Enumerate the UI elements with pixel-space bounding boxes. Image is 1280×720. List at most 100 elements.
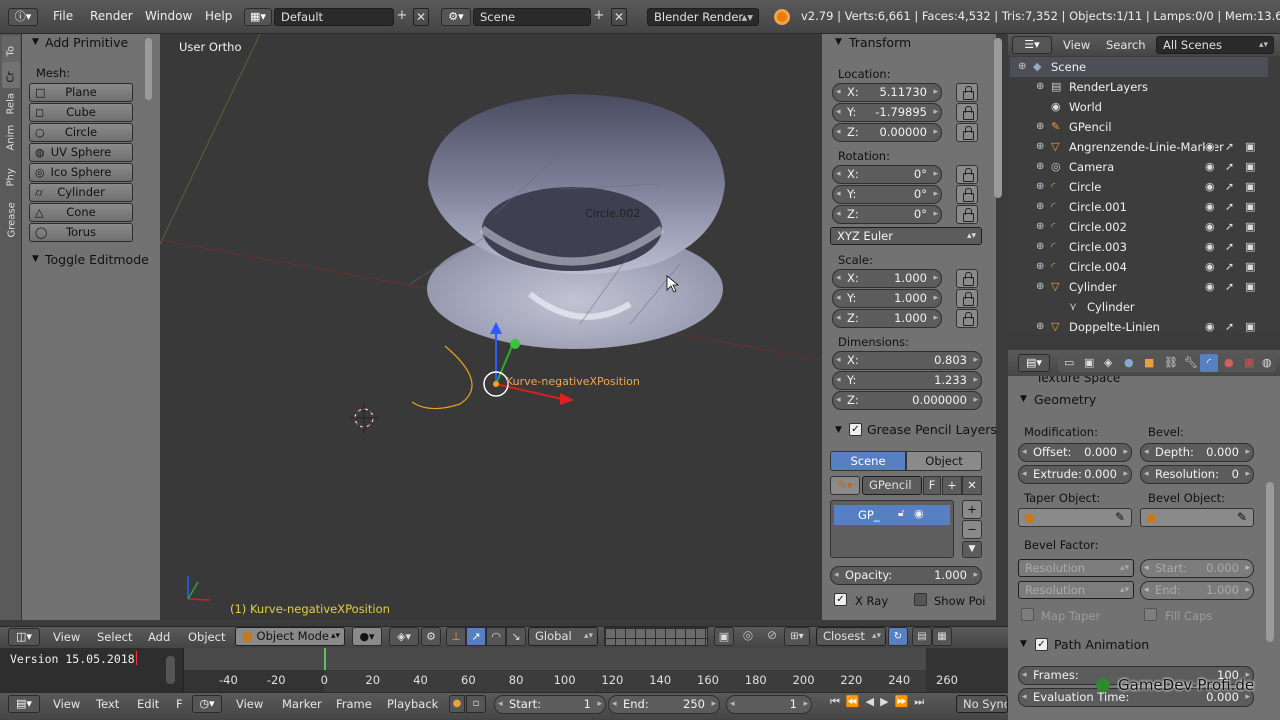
menu-render[interactable]: Render [90, 9, 133, 23]
path-animation-header[interactable]: ▼ ✓ Path Animation [1012, 636, 1262, 654]
text-menu-view[interactable]: View [53, 697, 80, 711]
menu-view[interactable]: View [53, 630, 80, 644]
pivot-select[interactable]: ◈▾ [389, 627, 419, 646]
geometry-header[interactable]: ▼ Geometry [1012, 391, 1262, 409]
tab-relations[interactable]: Rela [2, 88, 20, 122]
constraints-tab-icon[interactable]: ⛓ [1164, 356, 1178, 369]
keying-lock-icon[interactable]: ▫ [466, 695, 486, 713]
expand-icon[interactable]: ⊕ [1036, 137, 1044, 157]
outliner-filter-select[interactable]: All Scenes ▴▾ [1156, 36, 1274, 54]
show-points-checkbox[interactable] [914, 593, 927, 606]
start-frame-field[interactable]: Start:1 [494, 695, 606, 714]
object-tab-icon[interactable]: ■ [1144, 356, 1154, 369]
bevel-end-field[interactable]: End:1.000 [1140, 581, 1254, 600]
scale-icon[interactable]: ◠ [486, 627, 506, 646]
gp-layer-add-icon[interactable]: + [962, 500, 982, 519]
outliner-item[interactable]: ⊕ ◜ Circle.003 ◉ ➚ ▣ [1010, 237, 1268, 257]
scale-y-field[interactable]: Y:1.000 [832, 289, 942, 308]
prev-keyframe-icon[interactable]: ⏪ [846, 695, 866, 708]
tab-grease-pencil[interactable]: Grease [2, 196, 20, 240]
jump-end-icon[interactable]: ⏭ [914, 695, 930, 708]
add-torus-button[interactable]: ◯ Torus [29, 223, 133, 242]
gp-tab-object[interactable]: Object [906, 451, 982, 471]
rotation-mode-select[interactable]: XYZ Euler ▴▾ [830, 227, 982, 245]
eye-icon[interactable]: ◉ [1205, 277, 1215, 297]
outliner-item[interactable]: ⋎ Cylinder [1010, 297, 1268, 317]
manipulator-icon[interactable]: ⚙ [421, 627, 441, 646]
render-still-icon[interactable]: ▤ [912, 627, 932, 646]
timeline-menu-playback[interactable]: Playback [387, 697, 438, 711]
text-editor[interactable]: Version 15.05.2018 [0, 648, 184, 692]
tab-physics[interactable]: Phy [2, 162, 20, 192]
gp-enable-checkbox[interactable]: ✓ [849, 423, 862, 436]
bevel-resolution-field[interactable]: Resolution:0 [1140, 465, 1254, 484]
eye-icon[interactable]: ◉ [1205, 177, 1215, 197]
next-keyframe-icon[interactable]: ⏩ [895, 695, 915, 708]
lock-icon[interactable] [956, 309, 978, 328]
lock-icon[interactable] [956, 185, 978, 204]
eye-icon[interactable]: ◉ [1205, 137, 1215, 157]
outliner-menu-search[interactable]: Search [1106, 38, 1146, 52]
cursor-icon[interactable]: ➚ [1225, 157, 1235, 177]
rotation-y-field[interactable]: Y:0° [832, 185, 942, 204]
timeline[interactable] [184, 648, 1008, 692]
bevel-mapping-end-select[interactable]: Resolution ▴▾ [1018, 581, 1134, 599]
lock-icon[interactable] [956, 289, 978, 308]
timeline-menu-frame[interactable]: Frame [336, 697, 372, 711]
translate-icon[interactable]: ⊥ [446, 627, 466, 646]
expand-icon[interactable]: ⊕ [1036, 217, 1044, 237]
render-icon[interactable]: ▣ [1245, 157, 1256, 177]
expand-icon[interactable]: ⊕ [1036, 317, 1044, 337]
menu-add[interactable]: Add [148, 630, 170, 644]
expand-icon[interactable]: ⊕ [1036, 277, 1044, 297]
eye-icon[interactable]: ◉ [1205, 257, 1215, 277]
render-icon[interactable]: ▣ [1245, 137, 1256, 157]
cursor-icon[interactable]: ➚ [1225, 257, 1235, 277]
dimensions-z-field[interactable]: Z:0.000000 [832, 391, 982, 410]
cursor-icon[interactable]: ➚ [1225, 137, 1235, 157]
expand-icon[interactable]: ⊕ [1036, 157, 1044, 177]
bevel-mapping-start-select[interactable]: Resolution ▴▾ [1018, 559, 1134, 577]
lock-icon[interactable] [956, 269, 978, 288]
menu-window[interactable]: Window [145, 9, 192, 23]
timeline-menu-view[interactable]: View [236, 697, 263, 711]
texture-tab-icon[interactable]: ▦ [1244, 356, 1254, 369]
outliner-item[interactable]: ⊕ ▽ Doppelte-Linien ◉ ➚ ▣ [1010, 317, 1268, 337]
snap-align-icon[interactable]: ↻ [888, 627, 908, 646]
dimensions-x-field[interactable]: X:0.803 [832, 351, 982, 370]
outliner-item[interactable]: ⊕ ▽ Cylinder ◉ ➚ ▣ [1010, 277, 1268, 297]
render-anim-icon[interactable]: ▦ [932, 627, 952, 646]
outliner-item[interactable]: ⊕ ◎ Camera ◉ ➚ ▣ [1010, 157, 1268, 177]
outliner-item[interactable]: ⊕ ▽ Angrenzende-Linie-Markier ◉ ➚ ▣ [1010, 137, 1268, 157]
layer-icon[interactable]: ▣ [714, 627, 734, 646]
remove-layout-icon[interactable]: ✕ [413, 8, 429, 26]
menu-object[interactable]: Object [188, 630, 225, 644]
properties-editor-icon[interactable]: ▤▾ [1018, 354, 1050, 372]
tab-tools[interactable]: To [2, 36, 20, 62]
add-ico-sphere-button[interactable]: ◎ Ico Sphere [29, 163, 133, 182]
lock-icon[interactable] [956, 103, 978, 122]
cursor-icon[interactable]: ➚ [1225, 277, 1235, 297]
add-layout-icon[interactable]: + [394, 8, 410, 26]
eyedropper-icon[interactable]: ✎ [1237, 510, 1247, 524]
scale-x-field[interactable]: X:1.000 [832, 269, 942, 288]
sync-mode-select[interactable]: No Sync [956, 695, 1008, 713]
snap-target-select[interactable]: Closest ▴▾ [816, 627, 886, 646]
lock-icon[interactable] [956, 205, 978, 224]
expand-icon[interactable]: ⊕ [1036, 197, 1044, 217]
grease-pencil-header[interactable]: ▼ ✓ Grease Pencil Layers [824, 421, 997, 441]
snap-toggle-icon[interactable]: ⊘ [762, 627, 782, 646]
outliner-item[interactable]: ⊕ ◜ Circle ◉ ➚ ▣ [1010, 177, 1268, 197]
outliner-item[interactable]: ⊕ ◜ Circle.002 ◉ ➚ ▣ [1010, 217, 1268, 237]
add-cube-button[interactable]: ◻ Cube [29, 103, 133, 122]
rotation-z-field[interactable]: Z:0° [832, 205, 942, 224]
world-tab-icon[interactable]: ● [1124, 356, 1134, 369]
add-primitive-header[interactable]: ▼ Add Primitive [24, 34, 154, 52]
eye-icon[interactable]: ◉ [914, 507, 924, 520]
add-scene-icon[interactable]: + [591, 8, 607, 26]
cursor-icon[interactable]: ➚ [1225, 237, 1235, 257]
menu-help[interactable]: Help [205, 9, 232, 23]
editor-type-icon[interactable]: ◫▾ [8, 628, 40, 646]
add-plane-button[interactable]: □ Plane [29, 83, 133, 102]
outliner-item[interactable]: ⊕ ▤ RenderLayers [1010, 77, 1268, 97]
